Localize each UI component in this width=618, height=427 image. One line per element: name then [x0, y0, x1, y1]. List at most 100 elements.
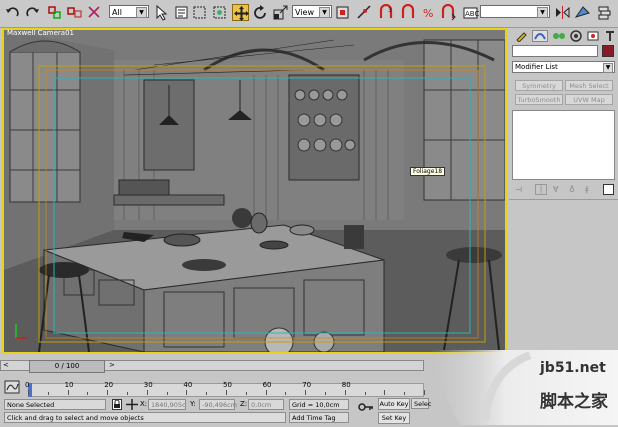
y-coordinate-field[interactable]: -90,496cm [199, 399, 237, 410]
ruler-label: 80 [341, 381, 351, 389]
pin-stack-icon[interactable]: ⊣ [515, 185, 522, 194]
watermark: jb51.net 脚本之家 [430, 350, 618, 425]
utilities-tab-icon[interactable] [603, 30, 617, 42]
symmetry-button[interactable]: Symmetry [515, 80, 563, 91]
ruler-tick [325, 392, 326, 395]
object-name-field[interactable] [512, 45, 598, 57]
modifier-stack-toolbar: ⊣ ⏐ ∀ ♁ ǂ [513, 184, 615, 196]
svg-text:3: 3 [388, 7, 392, 14]
ruler-tick [226, 390, 227, 395]
command-panel: Modifier List ▼ Symmetry Mesh Select Turb… [509, 28, 618, 354]
chevron-down-icon: ▼ [537, 7, 548, 18]
watermark-site: jb51.net [540, 360, 606, 376]
bind-to-space-warp-icon[interactable] [86, 4, 103, 21]
mesh-select-button[interactable]: Mesh Select [565, 80, 613, 91]
main-toolbar: All ▼ View ▼ 3 % ABC ▼ [0, 0, 618, 28]
selection-filter-dropdown[interactable]: All ▼ [109, 5, 149, 18]
make-unique-icon[interactable]: ∀ [553, 185, 558, 194]
edit-named-selection-icon[interactable]: ABC [462, 4, 479, 21]
display-tab-icon[interactable] [586, 30, 600, 42]
angle-snap-icon[interactable] [400, 4, 417, 21]
select-and-link-icon[interactable] [46, 4, 63, 21]
modifier-list-dropdown[interactable]: Modifier List ▼ [512, 61, 615, 73]
ruler-label: 50 [223, 381, 232, 389]
time-slider[interactable]: < 0 / 100 > [0, 360, 424, 373]
pivot-center-icon[interactable] [334, 4, 351, 21]
grid-size-field: Grid = 10,0cm [289, 399, 349, 410]
modifier-list-label: Modifier List [515, 63, 558, 71]
key-filter-dropdown[interactable]: Selec [411, 398, 432, 409]
select-and-rotate-icon[interactable] [252, 4, 269, 21]
reference-coordinate-dropdown[interactable]: View ▼ [292, 5, 332, 18]
ruler-tick [47, 392, 49, 395]
select-object-icon[interactable] [153, 4, 170, 21]
configure-modifier-sets-icon[interactable] [603, 184, 614, 195]
set-key-button[interactable]: Set Key [378, 412, 410, 424]
select-and-scale-icon[interactable] [272, 4, 289, 21]
camera-viewport[interactable]: Maxwell Camera01 Foliage18 [2, 28, 507, 354]
ruler-tick [107, 390, 109, 395]
snaps-toggle-icon[interactable]: 3 [378, 4, 395, 21]
absolute-transform-icon[interactable] [126, 399, 138, 410]
curve-editor-icon[interactable] [4, 380, 20, 394]
ruler-label: 40 [183, 381, 193, 389]
lock-selection-icon[interactable] [112, 399, 122, 410]
ruler-label: 0 [25, 381, 30, 389]
turbosmooth-button[interactable]: TurboSmooth [515, 94, 563, 105]
unlink-selection-icon[interactable] [66, 4, 83, 21]
ruler-tick [28, 390, 29, 395]
add-time-tag-field[interactable]: Add Time Tag [289, 412, 349, 423]
timeline-ruler[interactable]: 0 10 20 30 40 50 60 70 80 [25, 381, 425, 397]
selection-filter-value: All [112, 8, 122, 17]
auto-key-button[interactable]: Auto Key [378, 398, 410, 410]
rectangular-selection-icon[interactable] [191, 4, 208, 21]
watermark-chinese: 脚本之家 [540, 392, 608, 412]
uvw-map-button[interactable]: UVW Map [565, 94, 613, 105]
chevron-down-icon: ▼ [136, 7, 147, 18]
chevron-down-icon: ▼ [603, 63, 613, 73]
ruler-tick [186, 390, 188, 395]
spinner-snap-icon[interactable] [440, 4, 457, 21]
mirror-icon[interactable] [554, 4, 571, 21]
select-and-move-icon[interactable] [232, 4, 249, 21]
ruler-tick [166, 392, 168, 395]
z-coordinate-label: Z: [240, 400, 248, 408]
object-color-swatch[interactable] [602, 45, 614, 57]
time-slider-prev-icon[interactable]: < [3, 361, 9, 369]
ruler-tick [127, 392, 128, 395]
create-tab-icon[interactable] [514, 30, 528, 43]
show-end-result-icon[interactable]: ⏐ [535, 184, 547, 195]
ruler-tick [146, 390, 148, 395]
named-selection-set-dropdown[interactable]: ▼ [480, 5, 550, 18]
z-coordinate-field[interactable]: 0,0cm [248, 399, 284, 410]
modify-tab-icon[interactable] [532, 30, 548, 42]
x-coordinate-field[interactable]: 1840,905c [148, 399, 186, 410]
time-slider-next-icon[interactable]: > [109, 361, 115, 369]
motion-tab-icon[interactable] [569, 30, 583, 42]
undo-icon[interactable] [4, 4, 21, 21]
svg-text:%: % [423, 7, 433, 20]
select-by-name-icon[interactable] [173, 4, 190, 21]
modifier-stack-list[interactable] [512, 110, 615, 180]
percent-snap-icon[interactable]: % [420, 4, 437, 21]
remove-modifier-icon[interactable]: ǂ [585, 185, 589, 194]
align-icon[interactable] [574, 4, 591, 21]
ruler-tick [424, 390, 425, 395]
object-name-tooltip: Foliage18 [410, 167, 446, 176]
ruler-tick [206, 392, 208, 395]
ruler-label: 60 [262, 381, 272, 389]
remove-modifier-icon[interactable]: ♁ [569, 185, 575, 194]
viewport-label[interactable]: Maxwell Camera01 [7, 30, 74, 37]
ruler-tick [344, 390, 346, 395]
window-crossing-icon[interactable] [211, 4, 228, 21]
selection-status-field: None Selected [4, 399, 106, 410]
redo-icon[interactable] [24, 4, 41, 21]
key-icon[interactable] [358, 402, 374, 412]
select-and-manipulate-icon[interactable] [356, 4, 373, 21]
hierarchy-tab-icon[interactable] [552, 30, 566, 42]
time-slider-thumb[interactable]: 0 / 100 [29, 360, 105, 373]
ruler-label: 70 [302, 381, 312, 389]
ruler-label: 10 [64, 381, 74, 389]
ruler-tick [404, 392, 406, 395]
layer-manager-icon[interactable] [596, 4, 613, 21]
